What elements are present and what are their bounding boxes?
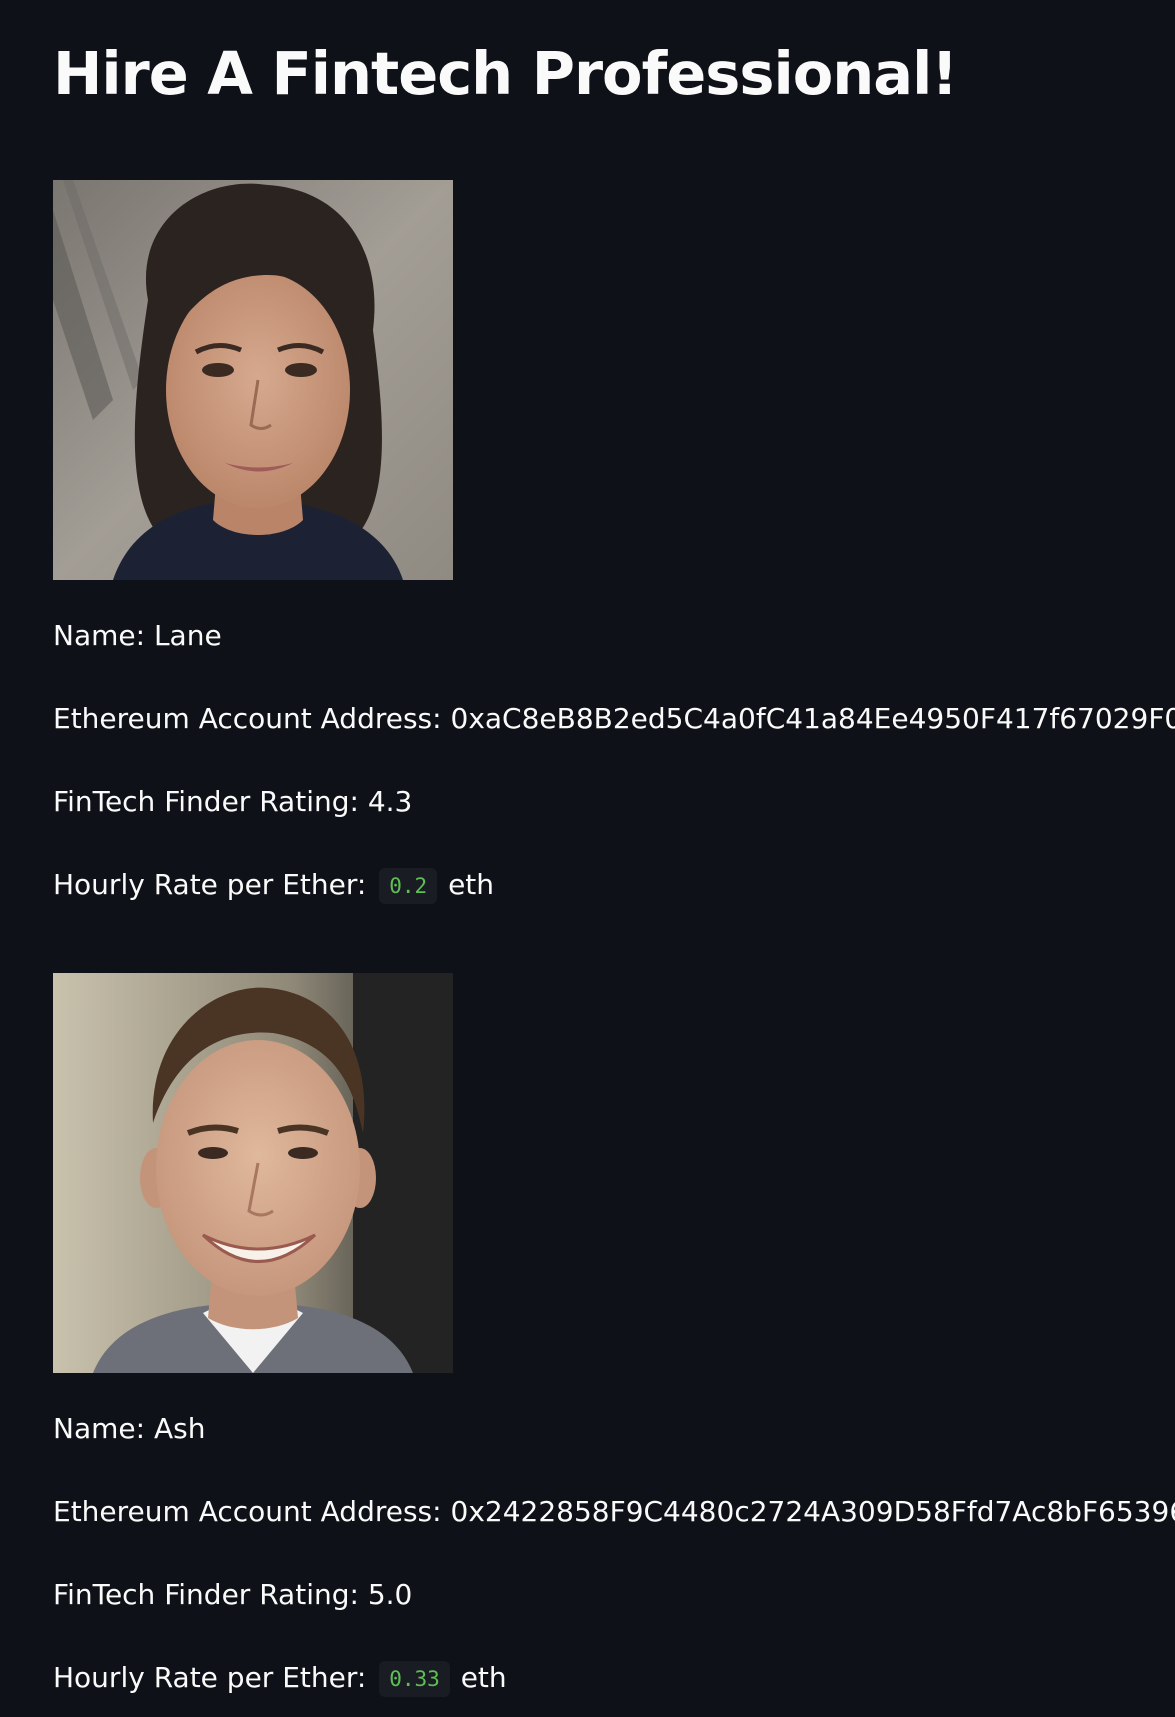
rating-value: 4.3 (367, 785, 413, 818)
portrait-woman-image (53, 180, 453, 580)
name-label: Name: (53, 619, 146, 652)
rating-field: FinTech Finder Rating: 4.3 (53, 784, 1175, 820)
profile-photo (53, 973, 453, 1373)
hourly-rate-unit: eth (448, 868, 495, 901)
hourly-rate-unit: eth (460, 1661, 507, 1694)
hourly-rate-label: Hourly Rate per Ether: (53, 868, 367, 901)
name-field: Name: Lane (53, 618, 1175, 654)
address-value: 0x2422858F9C4480c2724A309D58Ffd7Ac8bF653… (450, 1495, 1175, 1528)
address-field: Ethereum Account Address: 0x2422858F9C44… (53, 1494, 1175, 1530)
hourly-rate-value: 0.2 (379, 868, 438, 904)
hourly-rate-field: Hourly Rate per Ether: 0.2 eth (53, 867, 1175, 904)
address-value: 0xaC8eB8B2ed5C4a0fC41a84Ee4950F417f67029… (450, 702, 1175, 735)
name-label: Name: (53, 1412, 146, 1445)
address-field: Ethereum Account Address: 0xaC8eB8B2ed5C… (53, 701, 1175, 737)
rating-value: 5.0 (367, 1578, 413, 1611)
hourly-rate-label: Hourly Rate per Ether: (53, 1661, 367, 1694)
rating-label: FinTech Finder Rating: (53, 1578, 359, 1611)
rating-field: FinTech Finder Rating: 5.0 (53, 1577, 1175, 1613)
address-label: Ethereum Account Address: (53, 702, 442, 735)
address-label: Ethereum Account Address: (53, 1495, 442, 1528)
name-value: Ash (153, 1412, 206, 1445)
professional-card: Name: Ash Ethereum Account Address: 0x24… (53, 973, 1175, 1697)
name-value: Lane (153, 619, 222, 652)
rating-label: FinTech Finder Rating: (53, 785, 359, 818)
main-content: Hire A Fintech Professional! Name: Lane … (0, 0, 1175, 1697)
professional-card: Name: Lane Ethereum Account Address: 0xa… (53, 180, 1175, 904)
portrait-man-image (53, 973, 453, 1373)
hourly-rate-field: Hourly Rate per Ether: 0.33 eth (53, 1660, 1175, 1697)
name-field: Name: Ash (53, 1411, 1175, 1447)
hourly-rate-value: 0.33 (379, 1661, 450, 1697)
page-title: Hire A Fintech Professional! (53, 39, 958, 108)
profile-photo (53, 180, 453, 580)
